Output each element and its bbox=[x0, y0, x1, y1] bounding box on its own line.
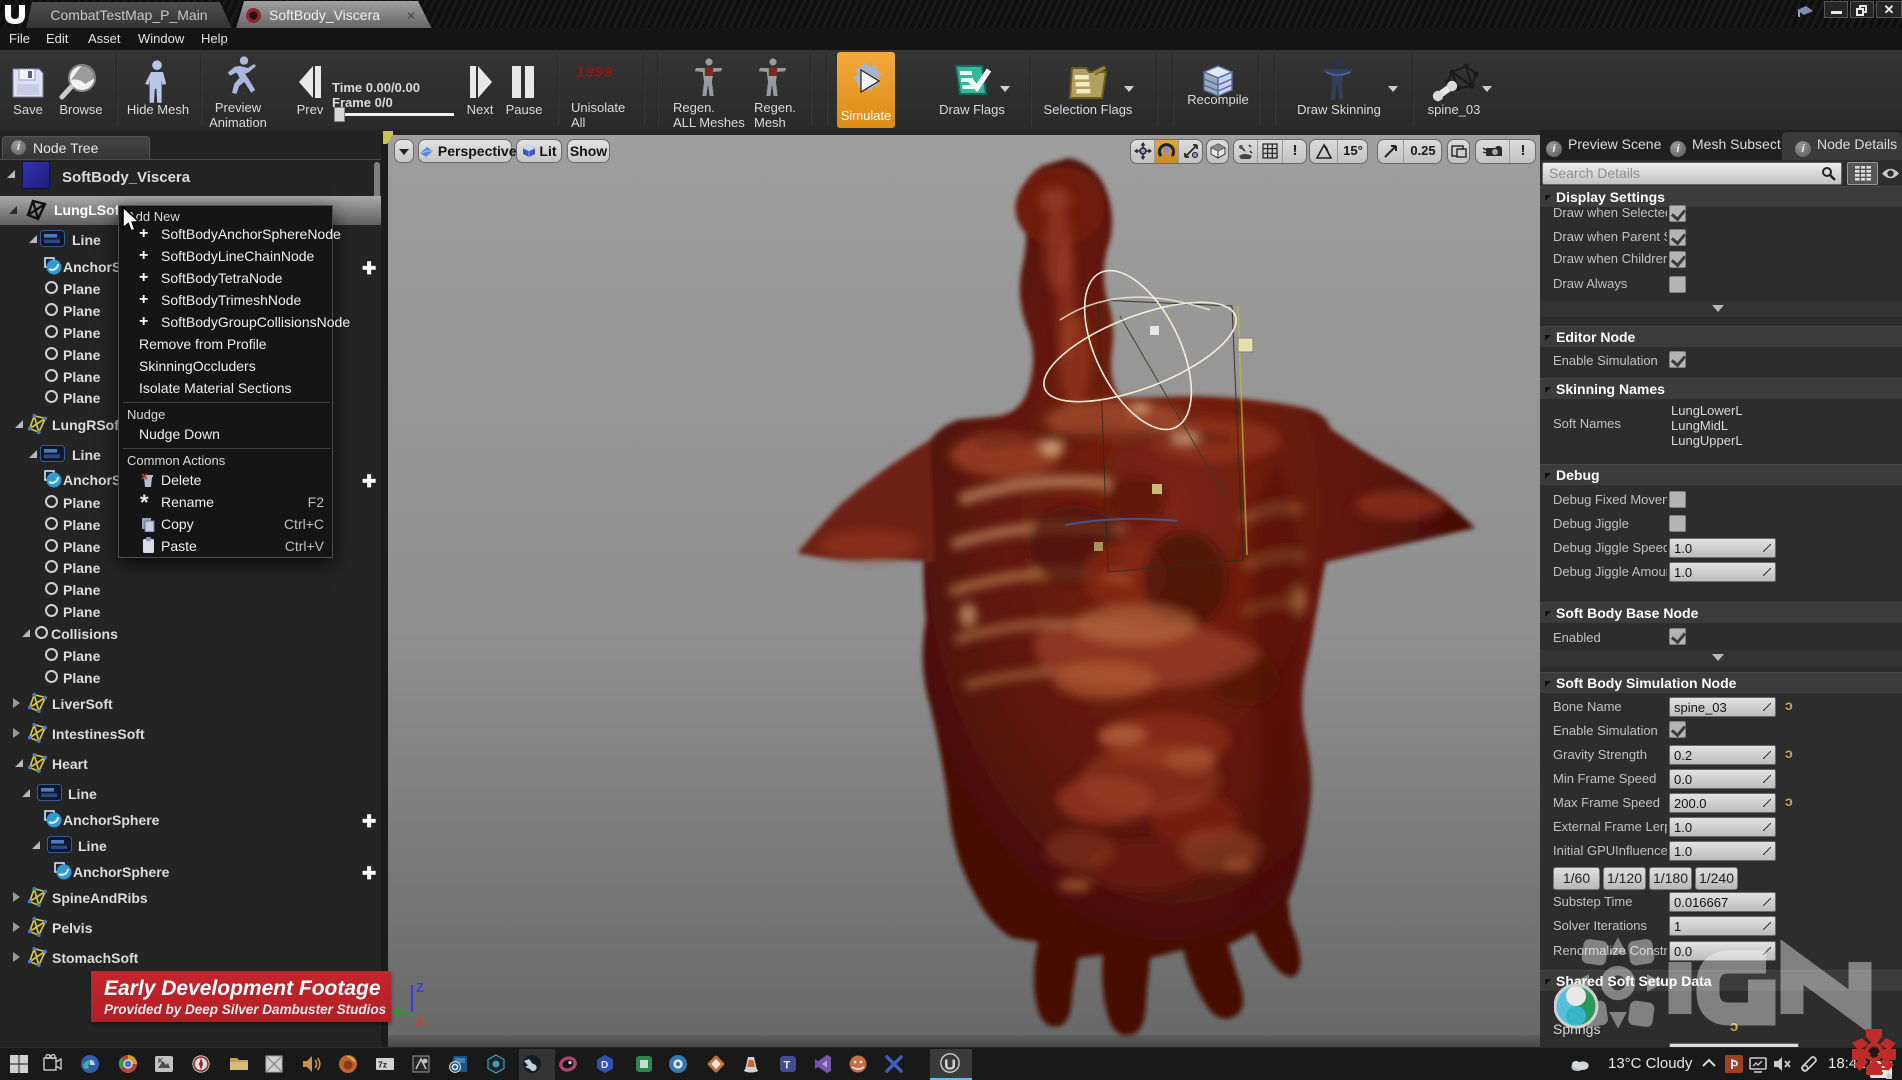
svg-text:7z: 7z bbox=[378, 1060, 387, 1070]
svg-text:Z: Z bbox=[416, 980, 424, 995]
svg-text:D: D bbox=[601, 1060, 608, 1071]
svg-text:T: T bbox=[784, 1060, 791, 1072]
svg-text:K: K bbox=[158, 1058, 163, 1065]
svg-text:X: X bbox=[416, 1014, 425, 1029]
